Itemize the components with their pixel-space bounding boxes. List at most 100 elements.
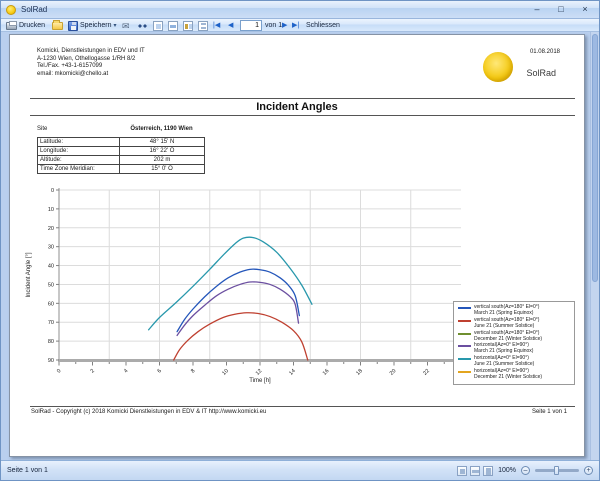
view-single-page-button[interactable] xyxy=(153,19,163,32)
legend-label: horizontal(Az=0° El=90°)December 21 (Win… xyxy=(474,369,542,381)
print-button[interactable]: Drucken xyxy=(6,19,45,32)
x-tick-label: 14 xyxy=(288,368,297,377)
zoom-slider[interactable] xyxy=(535,469,579,472)
save-button[interactable]: Speichern ▾ xyxy=(68,19,117,32)
y-tick-label: 0 xyxy=(51,188,54,194)
page-of-label: von 1 xyxy=(265,19,282,32)
y-tick-label: 60 xyxy=(48,301,54,307)
view-mode-fullpage-button[interactable] xyxy=(483,466,493,476)
legend-item-horizontal-june: horizontal(Az=0° El=90°)June 21 (Summer … xyxy=(458,356,571,368)
app-window: SolRad – □ × Drucken Speichern ▾ ✉ xyxy=(0,0,600,481)
binoculars-icon xyxy=(137,22,148,30)
close-preview-button[interactable]: Schliessen xyxy=(306,19,340,32)
footer-page-number: Seite 1 von 1 xyxy=(532,409,567,415)
footer-rule xyxy=(30,406,575,407)
single-page-icon xyxy=(153,21,163,31)
legend-swatch xyxy=(458,371,471,373)
x-tick-label: 16 xyxy=(322,368,331,377)
y-tick-label: 20 xyxy=(48,226,54,232)
y-tick-label: 70 xyxy=(48,320,54,326)
folder-icon xyxy=(52,22,63,30)
last-page-icon: ▶| xyxy=(292,20,299,32)
y-tick-label: 30 xyxy=(48,245,54,251)
preview-area: Komicki, Dienstleistungen in EDV und IT … xyxy=(1,32,599,460)
view-two-pages-button[interactable] xyxy=(183,19,193,32)
x-tick-label: 22 xyxy=(422,368,431,377)
x-tick-label: 20 xyxy=(389,368,398,377)
export-mail-button[interactable]: ✉ xyxy=(122,19,130,32)
nav-prev-button[interactable]: ◀ xyxy=(228,19,233,32)
legend-swatch xyxy=(458,333,471,335)
x-tick-label: 6 xyxy=(157,368,163,374)
curve-horizontal-march xyxy=(177,282,298,336)
toolbar: Drucken Speichern ▾ ✉ |◀ xyxy=(1,19,599,32)
window-title: SolRad xyxy=(21,5,531,14)
minimize-button[interactable]: – xyxy=(531,5,543,14)
page-width-icon xyxy=(168,21,178,31)
legend-item-vertical-south-march: vertical south(Az=180° El=0°)March 21 (S… xyxy=(458,305,571,317)
previous-page-icon: ◀ xyxy=(228,20,233,32)
legend-label: vertical south(Az=180° El=0°)June 21 (Su… xyxy=(474,318,539,330)
y-tick-label: 50 xyxy=(48,282,54,288)
legend-swatch xyxy=(458,358,471,360)
x-tick-label: 4 xyxy=(123,368,129,374)
page-number-input[interactable] xyxy=(240,20,262,31)
view-page-width-button[interactable] xyxy=(168,19,178,32)
legend-swatch xyxy=(458,345,471,347)
chart-legend: vertical south(Az=180° El=0°)March 21 (S… xyxy=(453,301,575,385)
maximize-button[interactable]: □ xyxy=(555,5,567,14)
y-axis-title: Incident Angle [°] xyxy=(26,252,32,297)
view-thumbnails-button[interactable] xyxy=(198,19,208,32)
zoom-slider-thumb[interactable] xyxy=(554,466,559,475)
legend-label: horizontal(Az=0° El=90°)June 21 (Summer … xyxy=(474,356,534,368)
curve-vertical-south-june xyxy=(174,313,308,360)
thumbnails-icon xyxy=(198,21,208,31)
nav-last-button[interactable]: ▶| xyxy=(292,19,299,32)
legend-item-horizontal-december: horizontal(Az=0° El=90°)December 21 (Win… xyxy=(458,369,571,381)
legend-item-horizontal-march: horizontal(Az=0° El=90°)March 21 (Spring… xyxy=(458,343,571,355)
x-tick-label: 10 xyxy=(221,368,230,377)
zoom-in-button[interactable]: + xyxy=(584,466,593,475)
printer-icon xyxy=(6,22,17,30)
close-button[interactable]: × xyxy=(579,5,591,14)
x-tick-label: 12 xyxy=(255,368,264,377)
close-preview-label: Schliessen xyxy=(306,22,340,29)
footer-copyright: SolRad - Copyright (c) 2018 Komicki Dien… xyxy=(31,409,266,415)
legend-item-vertical-south-december: vertical south(Az=180° El=0°)December 21… xyxy=(458,331,571,343)
first-page-icon: |◀ xyxy=(213,20,220,32)
y-tick-label: 10 xyxy=(48,207,54,213)
two-pages-icon xyxy=(183,21,193,31)
y-tick-label: 90 xyxy=(48,358,54,364)
y-tick-label: 80 xyxy=(48,339,54,345)
legend-label: horizontal(Az=0° El=90°)March 21 (Spring… xyxy=(474,343,533,355)
nav-first-button[interactable]: |◀ xyxy=(213,19,220,32)
legend-swatch xyxy=(458,320,471,322)
print-label: Drucken xyxy=(19,22,45,29)
nav-next-button[interactable]: ▶ xyxy=(282,19,287,32)
legend-swatch xyxy=(458,307,471,309)
report-page: Komicki, Dienstleistungen in EDV und IT … xyxy=(9,34,585,457)
scrollbar-thumb[interactable] xyxy=(592,34,598,282)
open-button[interactable] xyxy=(52,19,63,32)
zoom-out-button[interactable]: – xyxy=(521,466,530,475)
y-tick-label: 40 xyxy=(48,264,54,270)
x-tick-label: 0 xyxy=(56,368,62,374)
x-tick-label: 8 xyxy=(190,368,196,374)
legend-label: vertical south(Az=180° El=0°)March 21 (S… xyxy=(474,305,539,317)
save-dropdown-icon[interactable]: ▾ xyxy=(114,22,117,29)
incident-angle-chart: 0246810121416182022240102030405060708090… xyxy=(10,35,584,456)
view-mode-normal-button[interactable] xyxy=(457,466,467,476)
statusbar: Seite 1 von 1 100% – + xyxy=(1,460,599,480)
legend-label: vertical south(Az=180° El=0°)December 21… xyxy=(474,331,542,343)
save-label: Speichern xyxy=(80,22,112,29)
app-sun-icon xyxy=(6,5,16,15)
titlebar: SolRad – □ × xyxy=(1,1,599,19)
find-button[interactable] xyxy=(137,19,148,32)
envelope-icon: ✉ xyxy=(122,21,130,31)
vertical-scrollbar[interactable] xyxy=(590,32,599,460)
x-tick-label: 2 xyxy=(90,368,96,374)
zoom-percent-label: 100% xyxy=(498,467,516,474)
x-tick-label: 18 xyxy=(355,368,364,377)
next-page-icon: ▶ xyxy=(282,20,287,32)
view-mode-layout-button[interactable] xyxy=(470,466,480,476)
